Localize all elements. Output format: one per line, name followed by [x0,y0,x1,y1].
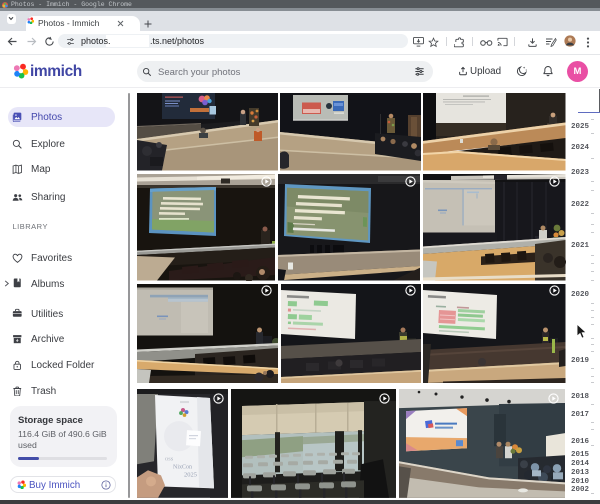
svg-text:2025: 2025 [184,471,197,478]
svg-text:NixCon: NixCon [173,464,192,470]
svg-text:OSS: OSS [165,456,174,461]
